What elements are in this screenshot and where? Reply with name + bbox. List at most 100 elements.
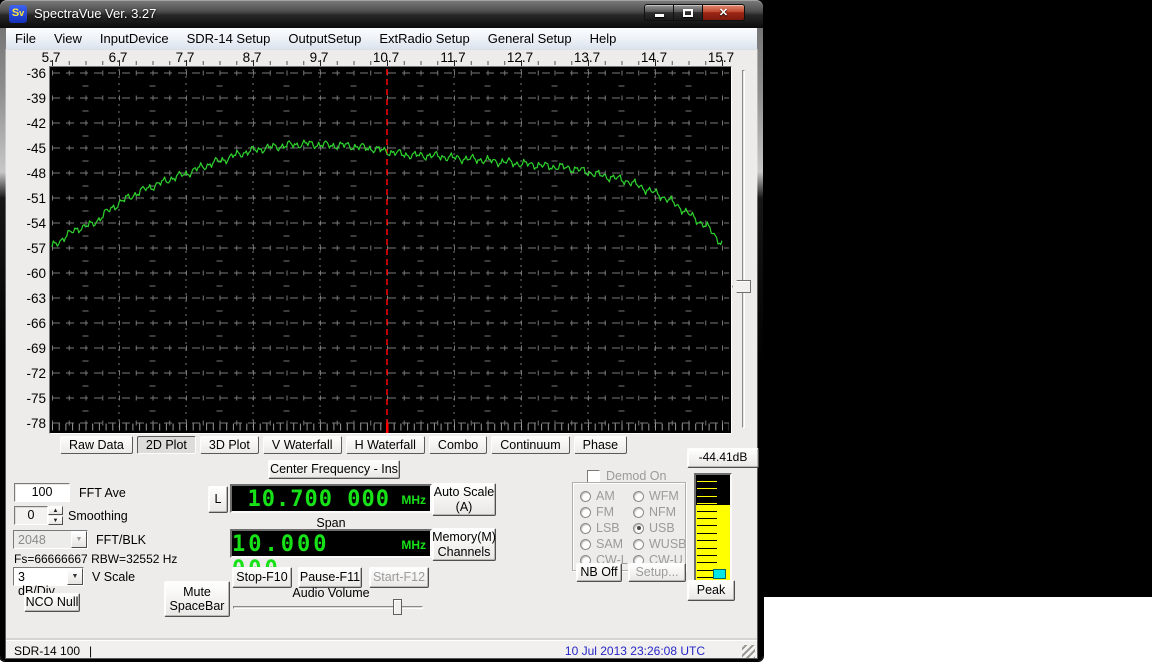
y-tick-label: -42 xyxy=(8,116,46,131)
radio-icon[interactable] xyxy=(633,491,644,502)
stop-button[interactable]: Stop-F10 xyxy=(232,567,292,588)
auto-scale-button[interactable]: Auto Scale(A) xyxy=(432,483,496,516)
menu-item-inputdevice[interactable]: InputDevice xyxy=(91,29,178,48)
signal-level-meter xyxy=(694,473,732,585)
menu-bar: FileViewInputDeviceSDR-14 SetupOutputSet… xyxy=(6,28,757,50)
view-tabs: Raw Data2D Plot3D PlotV WaterfallH Water… xyxy=(60,436,627,454)
demod-mode-am[interactable]: AM xyxy=(580,488,628,504)
demod-on-control[interactable]: Demod On xyxy=(587,469,666,483)
radio-selected-dot xyxy=(637,526,641,530)
meter-peak-marker xyxy=(713,569,726,579)
radio-icon[interactable] xyxy=(633,523,644,534)
status-datetime: 10 Jul 2013 23:26:08 UTC xyxy=(565,644,705,658)
demod-modes-left: AMFMLSBSAMCW-L xyxy=(580,488,628,568)
resize-grip[interactable] xyxy=(742,645,755,658)
fft-ave-input[interactable]: 100 xyxy=(14,483,70,502)
meter-tick xyxy=(697,525,717,526)
v-scale-value: 3 dB/Div xyxy=(14,568,67,585)
demod-modes-right: WFMNFMUSBWUSBCW-U xyxy=(633,488,687,568)
plot-vertical-slider-thumb[interactable] xyxy=(732,280,751,293)
meter-tick xyxy=(697,562,717,563)
plot-vertical-slider-track[interactable] xyxy=(742,70,745,428)
demod-on-checkbox[interactable] xyxy=(587,470,600,483)
meter-tick xyxy=(697,518,717,519)
tab-2d-plot[interactable]: 2D Plot xyxy=(137,436,196,454)
title-bar[interactable]: Sv SpectraVue Ver. 3.27 ✕ xyxy=(0,0,763,28)
mute-button[interactable]: MuteSpaceBar xyxy=(164,581,230,617)
meter-tick xyxy=(697,511,717,512)
close-icon: ✕ xyxy=(719,6,728,19)
demod-mode-label: FM xyxy=(596,505,614,519)
demod-mode-nfm[interactable]: NFM xyxy=(633,504,687,520)
v-scale-dropdown[interactable]: 3 dB/Div ▼ xyxy=(13,567,84,586)
demod-mode-wfm[interactable]: WFM xyxy=(633,488,687,504)
demod-mode-sam[interactable]: SAM xyxy=(580,536,628,552)
radio-icon[interactable] xyxy=(580,523,591,534)
maximize-button[interactable] xyxy=(674,4,703,21)
audio-volume-label: Audio Volume xyxy=(246,586,416,600)
menu-item-sdr-14-setup[interactable]: SDR-14 Setup xyxy=(178,29,280,48)
v-scale-arrow-icon: ▼ xyxy=(67,568,83,585)
y-tick-label: -39 xyxy=(8,91,46,106)
center-frequency-unit: MHz xyxy=(401,493,426,507)
center-frequency-display[interactable]: 10.700 000 MHz xyxy=(230,484,432,513)
demod-mode-wusb[interactable]: WUSB xyxy=(633,536,687,552)
tab-continuum[interactable]: Continuum xyxy=(491,436,569,454)
memory-channels-button[interactable]: Memory(M)Channels xyxy=(432,528,496,561)
menu-item-view[interactable]: View xyxy=(45,29,91,48)
fft-blk-dropdown[interactable]: 2048 ▼ xyxy=(13,530,88,549)
fft-blk-value: 2048 xyxy=(14,531,71,548)
demod-mode-usb[interactable]: USB xyxy=(633,520,687,536)
radio-icon[interactable] xyxy=(633,539,644,550)
radio-icon[interactable] xyxy=(580,539,591,550)
peak-button[interactable]: Peak xyxy=(687,580,735,601)
y-tick-label: -72 xyxy=(8,366,46,381)
audio-volume-thumb[interactable] xyxy=(393,599,402,615)
menu-item-general-setup[interactable]: General Setup xyxy=(479,29,581,48)
meter-tick xyxy=(697,503,717,504)
demod-setup-button[interactable]: Setup... xyxy=(628,563,686,582)
nco-null-button[interactable]: NCO Null xyxy=(24,593,80,612)
minimize-button[interactable] xyxy=(644,4,674,21)
meter-tick xyxy=(697,481,717,482)
smoothing-label: Smoothing xyxy=(68,509,128,523)
radio-icon[interactable] xyxy=(580,491,591,502)
tab-h-waterfall[interactable]: H Waterfall xyxy=(346,436,425,454)
nb-off-button[interactable]: NB Off xyxy=(576,563,622,582)
demod-mode-label: WUSB xyxy=(649,537,687,551)
radio-icon[interactable] xyxy=(580,507,591,518)
smoothing-value[interactable]: 0 xyxy=(14,506,48,525)
y-tick-label: -78 xyxy=(8,416,46,431)
demod-on-label: Demod On xyxy=(606,469,666,483)
fs-rbw-text: Fs=66666667 RBW=32552 Hz xyxy=(14,552,177,566)
tab-phase[interactable]: Phase xyxy=(574,436,627,454)
fft-blk-label: FFT/BLK xyxy=(96,533,146,547)
smoothing-down-button[interactable]: ▼ xyxy=(48,516,63,525)
y-tick-label: -66 xyxy=(8,316,46,331)
close-button[interactable]: ✕ xyxy=(703,4,745,21)
auto-scale-text: Auto Scale(A) xyxy=(434,485,494,514)
spectrum-plot[interactable] xyxy=(49,66,732,434)
smoothing-up-button[interactable]: ▲ xyxy=(48,506,63,515)
tab-v-waterfall[interactable]: V Waterfall xyxy=(263,436,342,454)
menu-item-help[interactable]: Help xyxy=(581,29,626,48)
demod-mode-fm[interactable]: FM xyxy=(580,504,628,520)
menu-item-file[interactable]: File xyxy=(6,29,45,48)
app-icon-letter-v: v xyxy=(19,8,24,18)
spin-up-icon: ▲ xyxy=(53,508,59,514)
center-frequency-button[interactable]: Center Frequency - Ins xyxy=(268,460,400,479)
tab-combo[interactable]: Combo xyxy=(429,436,487,454)
start-button[interactable]: Start-F12 xyxy=(369,567,429,588)
menu-item-outputsetup[interactable]: OutputSetup xyxy=(279,29,370,48)
lock-button[interactable]: L xyxy=(208,486,228,513)
radio-icon[interactable] xyxy=(633,507,644,518)
meter-tick xyxy=(697,555,717,556)
tab-raw-data[interactable]: Raw Data xyxy=(60,436,133,454)
span-display[interactable]: 10.000 000 MHz xyxy=(230,529,432,558)
demod-mode-lsb[interactable]: LSB xyxy=(580,520,628,536)
pause-button[interactable]: Pause-F11 xyxy=(298,567,362,588)
minimize-icon xyxy=(655,14,664,17)
y-tick-label: -51 xyxy=(8,191,46,206)
tab-3d-plot[interactable]: 3D Plot xyxy=(200,436,259,454)
menu-item-extradio-setup[interactable]: ExtRadio Setup xyxy=(370,29,478,48)
